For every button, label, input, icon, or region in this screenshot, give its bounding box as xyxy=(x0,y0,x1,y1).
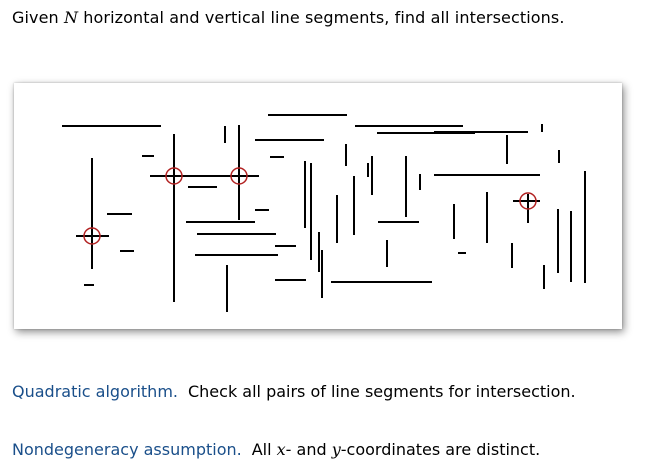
point-text: All x- and y-coordinates are distinct. xyxy=(252,440,541,459)
title-suffix: horizontal and vertical line segments, f… xyxy=(83,8,565,27)
bullet-quadratic: Quadratic algorithm. Check all pairs of l… xyxy=(12,382,576,401)
text-fragment: -coordinates are distinct. xyxy=(340,440,541,459)
coordinate-variable: y xyxy=(331,440,341,459)
text-fragment: - and xyxy=(285,440,332,459)
slide-title: Given N horizontal and vertical line seg… xyxy=(12,8,565,27)
bullet-nondegeneracy: Nondegeneracy assumption. All x- and y-co… xyxy=(12,440,540,459)
term-label: Nondegeneracy assumption. xyxy=(12,440,242,459)
text-fragment: All xyxy=(251,440,277,459)
coordinate-variable: x xyxy=(276,440,286,459)
point-text: Check all pairs of line segments for int… xyxy=(188,382,576,401)
segments-diagram xyxy=(62,114,586,312)
segments-figure xyxy=(14,83,622,329)
term-label: Quadratic algorithm. xyxy=(12,382,178,401)
title-variable: N xyxy=(63,8,79,27)
title-prefix: Given xyxy=(12,8,59,27)
text-fragment: Check all pairs of line segments for int… xyxy=(187,382,576,401)
